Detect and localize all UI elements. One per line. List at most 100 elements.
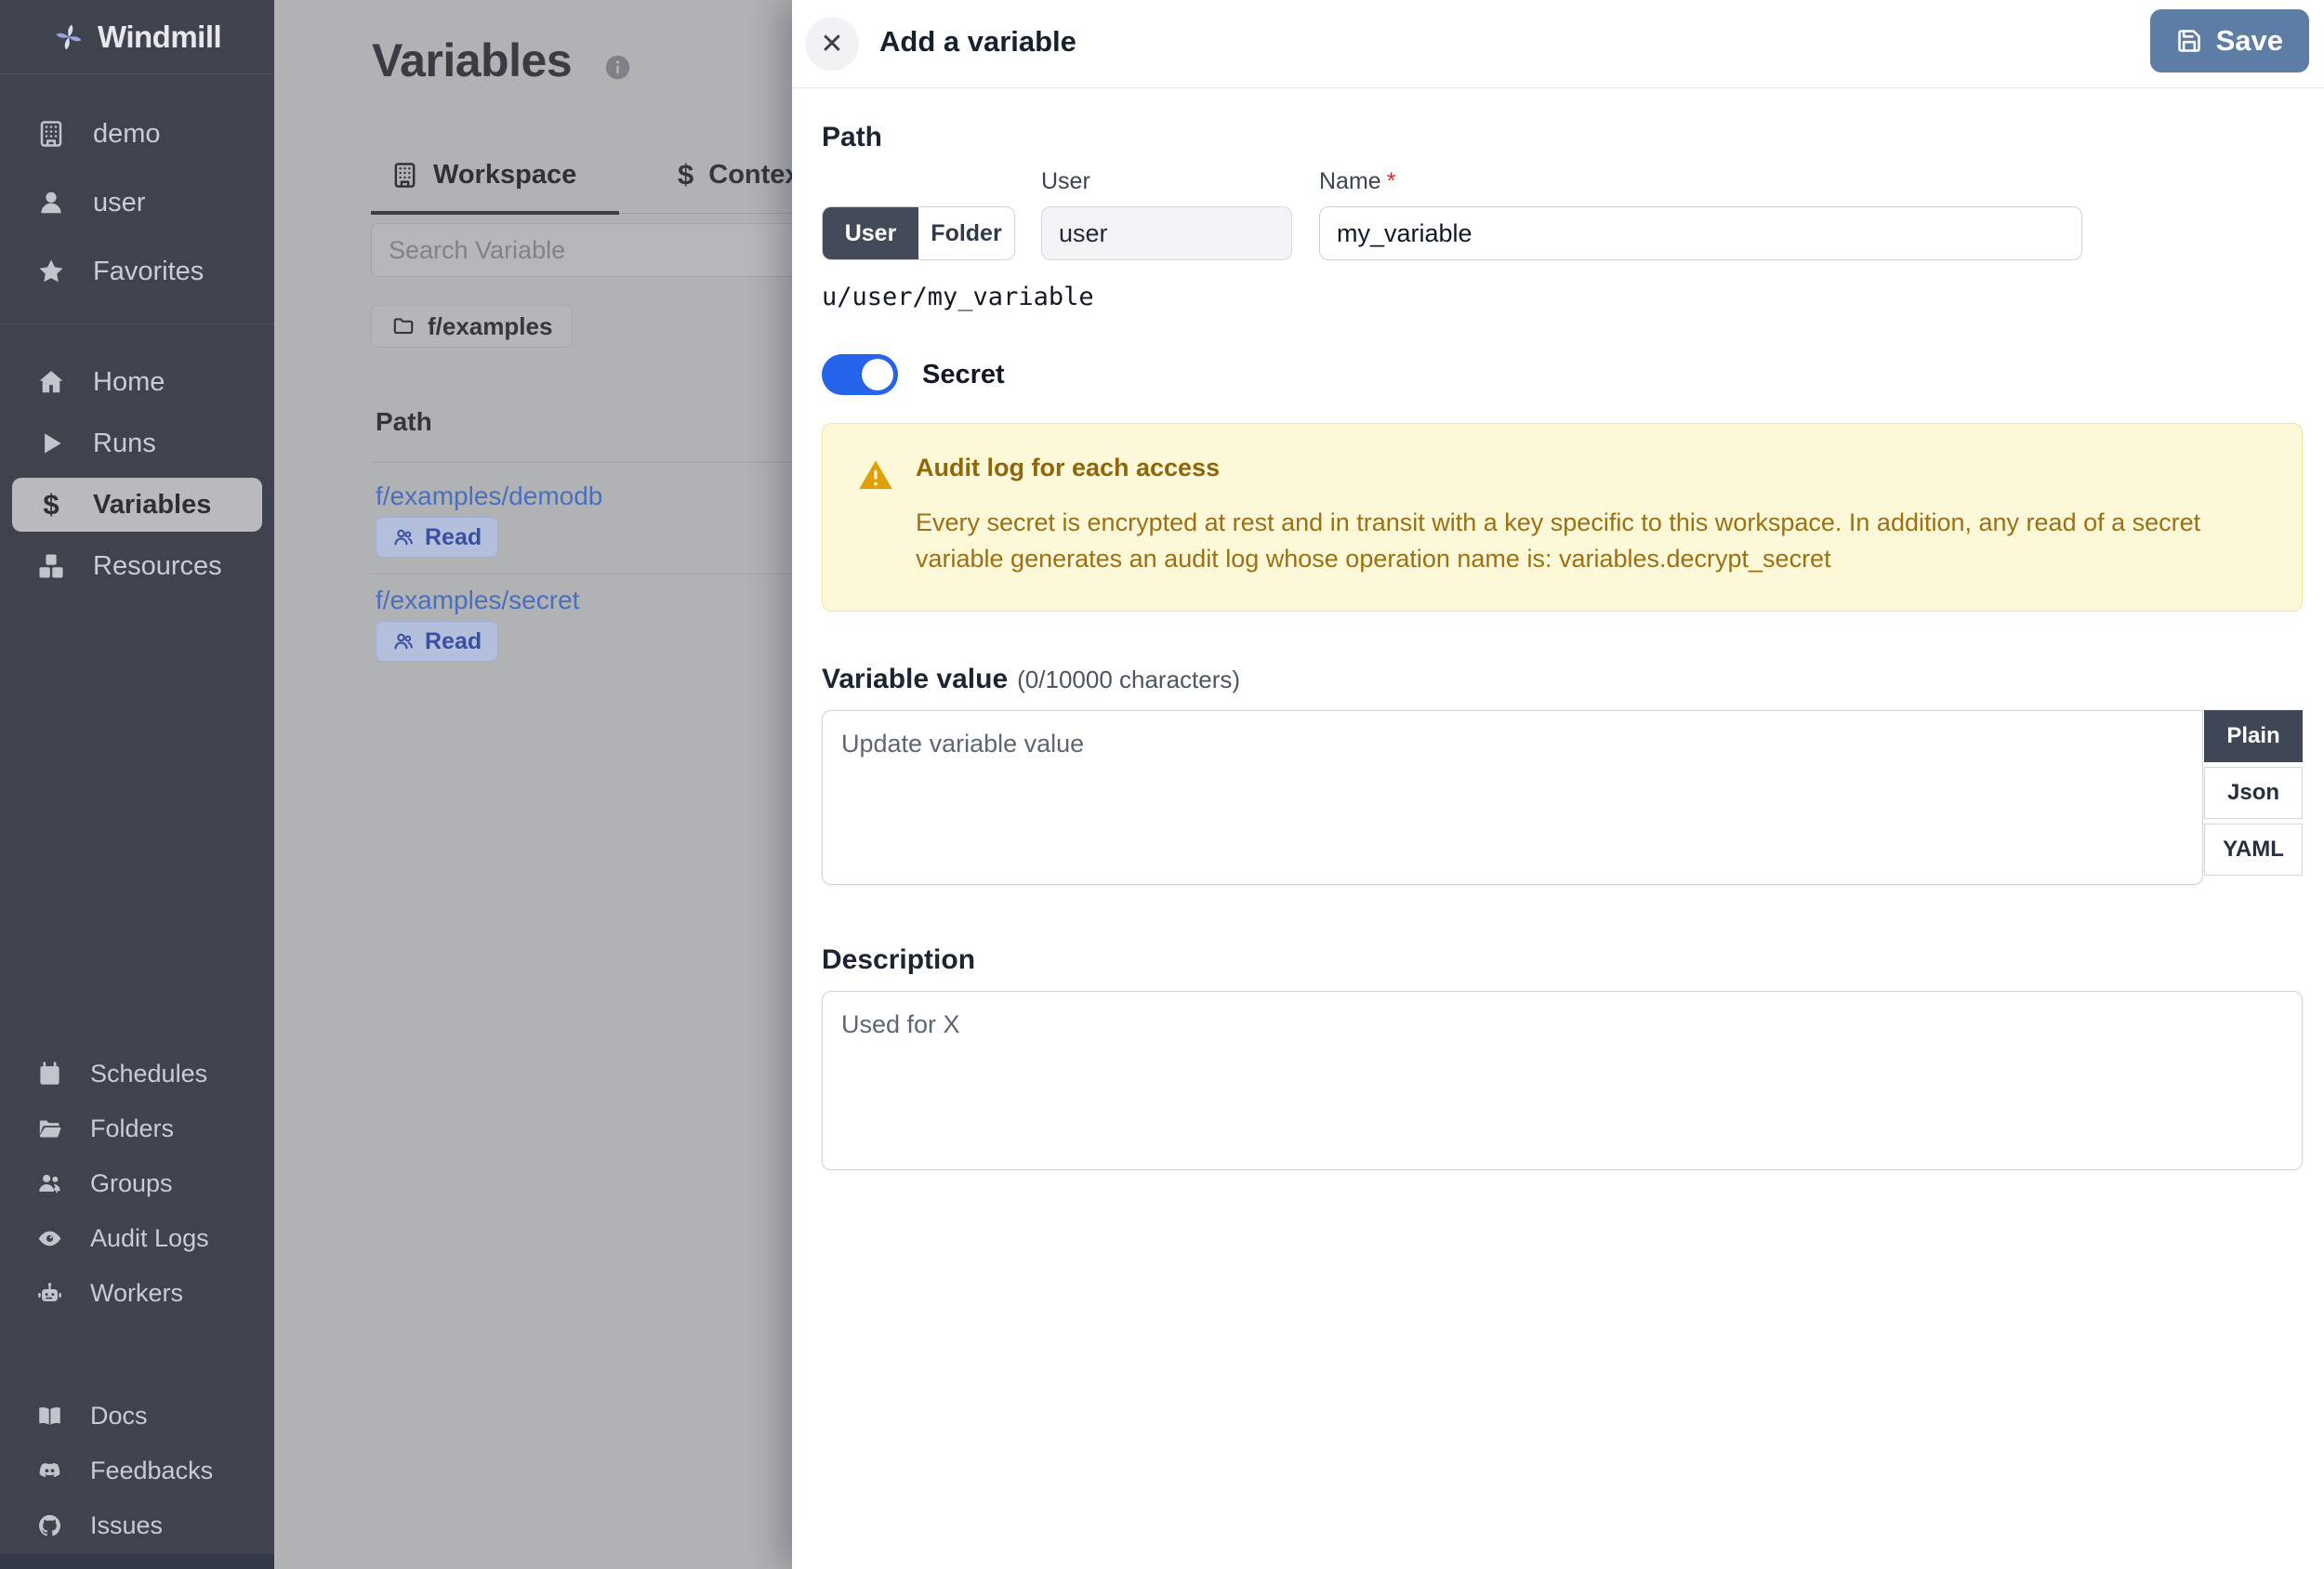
windmill-app: Windmill demo user Favorites Home Runs $… [0,0,2324,1569]
sidebar-item-label: Favorites [93,256,205,286]
path-section-heading: Path [822,122,883,152]
read-permission-badge: Read [376,621,499,662]
eye-icon [38,1231,61,1246]
badge-label: Read [425,627,482,654]
dollar-icon: $ [678,158,694,191]
sidebar-item-runs[interactable]: Runs [0,413,274,474]
name-field-label: Name * [1319,168,2082,195]
sidebar-item-label: Workers [90,1279,184,1307]
sidebar-bottom-bar [0,1554,274,1569]
read-permission-badge: Read [376,517,499,558]
folder-chip-label: f/examples [428,311,553,340]
sidebar-item-home[interactable]: Home [0,351,274,413]
dollar-icon: $ [43,488,59,521]
discord-icon [39,1462,60,1478]
variable-link[interactable]: f/examples/demodb [376,481,602,511]
value-section-heading: Variable value (0/10000 characters) [822,664,2303,695]
description-heading: Description [822,944,976,975]
sidebar-item-resources[interactable]: Resources [0,535,274,597]
close-icon[interactable]: ✕ [805,17,859,71]
sidebar-item-variables[interactable]: $ Variables [0,474,274,535]
sidebar-item-workers[interactable]: Workers [0,1266,274,1321]
book-open-icon [39,1407,60,1425]
variable-link[interactable]: f/examples/secret [376,586,579,615]
save-button[interactable]: Save [2149,9,2309,73]
warning-content: Audit log for each access Every secret i… [916,454,2254,577]
description-textarea[interactable] [822,991,2303,1170]
users-icon [394,529,413,546]
building-icon [40,121,62,147]
toggle-knob [862,359,893,390]
sidebar-item-label: Resources [93,550,222,581]
tab-context[interactable]: $ Context [678,137,809,213]
format-tab-yaml[interactable]: YAML [2204,824,2303,876]
required-marker: * [1386,168,1396,194]
save-label: Save [2215,24,2283,57]
sidebar-item-feedbacks[interactable]: Feedbacks [0,1444,274,1498]
page-title: Variables [372,34,573,86]
sidebar-footer-group: Docs Feedbacks Issues [0,1389,274,1553]
folder-icon [393,318,414,335]
format-tab-plain[interactable]: Plain [2204,710,2303,762]
variable-value-textarea[interactable] [822,710,2204,885]
sidebar-item-audit-logs[interactable]: Audit Logs [0,1211,274,1266]
sidebar-item-docs[interactable]: Docs [0,1389,274,1444]
name-field: Name * [1319,168,2082,260]
secret-label: Secret [922,359,1005,389]
name-input[interactable] [1319,206,2082,260]
sidebar-item-folders[interactable]: Folders [0,1101,274,1156]
sidebar-item-workspace[interactable]: demo [0,99,274,168]
name-label-text: Name [1319,168,1381,194]
sidebar-nav-group: Home Runs $ Variables Resources [0,351,274,597]
sidebar-item-user[interactable]: user [0,168,274,237]
app-logo[interactable]: Windmill [0,0,274,74]
sidebar-item-issues[interactable]: Issues [0,1498,274,1553]
user-field: User [1041,168,1292,260]
sidebar-item-label: Folders [90,1114,175,1142]
badge-label: Read [425,523,482,550]
sidebar-item-favorites[interactable]: Favorites [0,237,274,306]
user-input[interactable] [1041,206,1292,260]
path-fields-row: User Folder User Name* [822,168,2303,260]
sidebar-item-label: demo [93,118,161,149]
warning-icon [859,460,892,490]
users-icon [394,633,413,650]
sidebar-item-label: Issues [90,1511,164,1539]
owner-type-toggle: User Folder [822,206,1015,260]
folder-open-icon [39,1120,61,1138]
value-editor-row: Plain Json YAML [822,710,2303,885]
audit-warning-box: Audit log for each access Every secret i… [822,423,2303,612]
sidebar-item-label: Variables [93,489,212,520]
user-field-label: User [1041,168,1090,194]
sidebar-admin-group: Schedules Folders Groups Audit Logs Work… [0,1047,274,1321]
drawer-header: ✕ Add a variable Save [792,0,2324,88]
path-preview: u/user/my_variable [822,283,1094,311]
tab-workspace[interactable]: Workspace [391,137,576,213]
folder-filter-chip[interactable]: f/examples [371,305,574,348]
info-icon[interactable] [604,54,631,81]
format-tab-json[interactable]: Json [2204,767,2303,819]
sidebar-top-group: demo user Favorites [0,99,274,306]
sidebar-item-groups[interactable]: Groups [0,1156,274,1211]
user-icon [41,191,61,214]
boxes-icon [39,554,63,578]
home-icon [39,371,63,393]
sidebar-item-label: Groups [90,1169,173,1197]
calendar-icon [40,1061,59,1085]
active-tab-underline [371,211,619,215]
warning-body: Every secret is encrypted at rest and in… [916,508,2201,573]
sidebar-item-schedules[interactable]: Schedules [0,1047,274,1101]
sidebar-item-label: Feedbacks [90,1457,214,1484]
users-gear-icon [39,1174,60,1193]
tab-label: Workspace [433,159,577,190]
owner-option-user[interactable]: User [823,207,918,259]
sidebar-item-label: Audit Logs [90,1224,209,1252]
building-icon [394,162,416,188]
drawer-title: Add a variable [879,25,1076,58]
sidebar: Windmill demo user Favorites Home Runs $… [0,0,274,1569]
owner-option-folder[interactable]: Folder [918,207,1014,259]
secret-toggle[interactable] [822,354,898,395]
sidebar-item-label: Runs [93,428,156,458]
character-counter: (0/10000 characters) [1017,666,1241,693]
warning-title: Audit log for each access [916,454,1221,481]
